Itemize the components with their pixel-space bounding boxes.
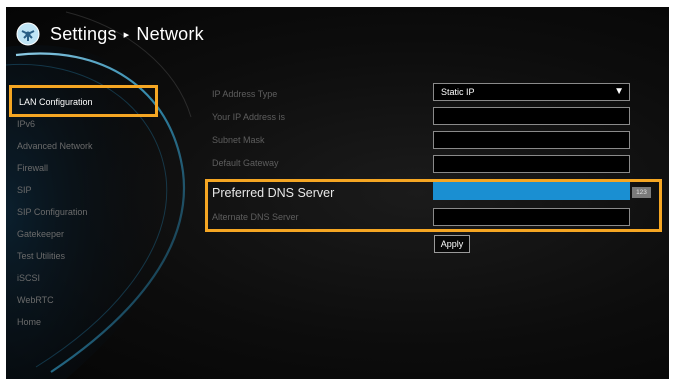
sidebar-item-sip[interactable]: SIP [6, 179, 156, 201]
sidebar-item-webrtc[interactable]: WebRTC [6, 289, 156, 311]
breadcrumb-separator-icon: ▸ [123, 28, 130, 41]
apply-button[interactable]: Apply [434, 235, 470, 253]
default-gateway-field[interactable] [433, 155, 630, 173]
sidebar-item-test-utilities[interactable]: Test Utilities [6, 245, 156, 267]
sidebar-item-gatekeeper[interactable]: Gatekeeper [6, 223, 156, 245]
ip-address-type-label: IP Address Type [212, 89, 278, 99]
sidebar-item-firewall[interactable]: Firewall [6, 157, 156, 179]
breadcrumb-settings[interactable]: Settings [50, 24, 117, 44]
ip-address-type-select[interactable]: Static IP ▼ [433, 83, 630, 101]
sidebar-item-home[interactable]: Home [6, 311, 156, 333]
page-title: Settings ▸ Network [50, 24, 204, 45]
sidebar-item-iscsi[interactable]: iSCSI [6, 267, 156, 289]
subnet-mask-label: Subnet Mask [212, 135, 265, 145]
settings-screen: Settings ▸ Network LAN Configuration IPv6 … [6, 7, 669, 379]
your-ip-address-label: Your IP Address is [212, 112, 286, 122]
ip-address-type-value: Static IP [441, 87, 475, 97]
breadcrumb-network: Network [136, 23, 204, 44]
sidebar-item-sip-configuration[interactable]: SIP Configuration [6, 201, 156, 223]
page-header: Settings ▸ Network [16, 19, 204, 49]
sidebar-item-ipv6[interactable]: IPv6 [6, 113, 156, 135]
subnet-mask-field[interactable] [433, 131, 630, 149]
triangle-down-icon: ▼ [614, 86, 624, 97]
default-gateway-label: Default Gateway [212, 158, 279, 168]
sidebar-item-advanced-network[interactable]: Advanced Network [6, 135, 156, 157]
globe-logo-icon [16, 22, 40, 46]
dns-highlight-box [205, 179, 662, 232]
your-ip-address-field[interactable] [433, 107, 630, 125]
